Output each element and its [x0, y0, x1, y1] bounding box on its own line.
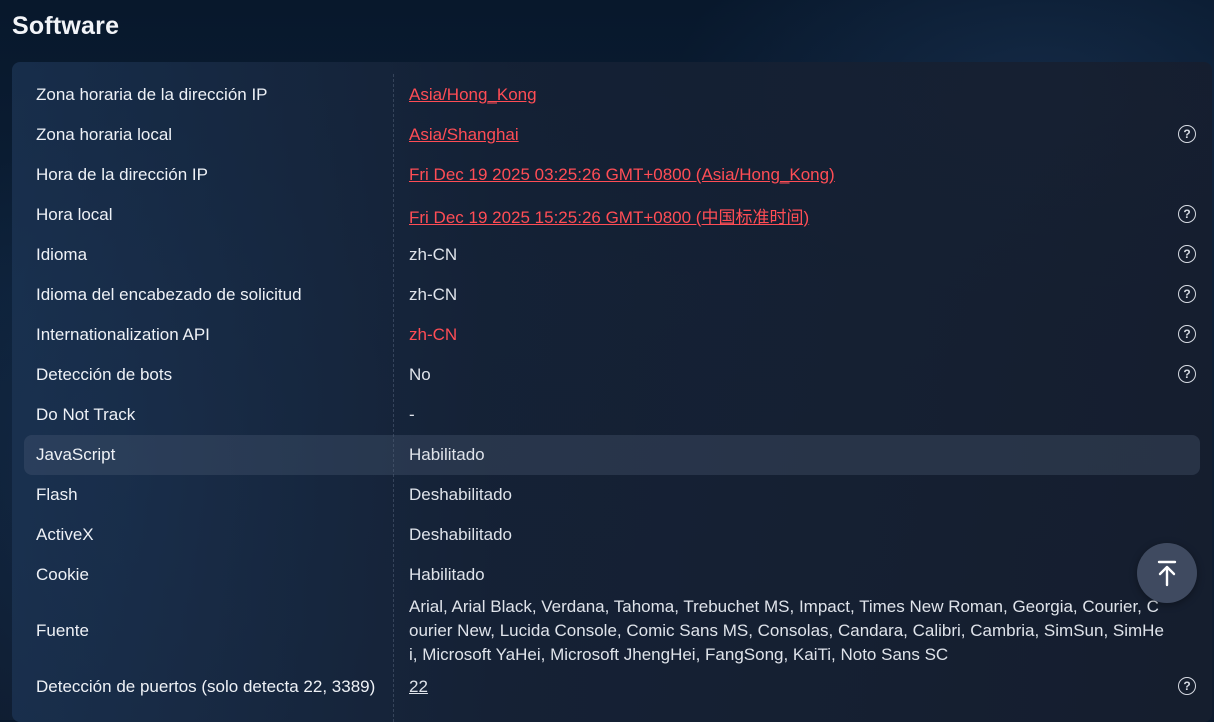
question-circle-icon[interactable]: ? — [1178, 365, 1196, 383]
row-request-header-language: Idioma del encabezado de solicitud zh-CN… — [24, 275, 1200, 315]
bot-detection-value: No — [409, 365, 431, 384]
question-circle-icon[interactable]: ? — [1178, 325, 1196, 343]
row-label: JavaScript — [36, 445, 116, 464]
do-not-track-value: - — [409, 405, 415, 424]
question-circle-icon[interactable]: ? — [1178, 285, 1196, 303]
local-timezone-link[interactable]: Asia/Shanghai — [409, 115, 519, 155]
software-info-panel: Zona horaria de la dirección IP Asia/Hon… — [12, 62, 1212, 722]
row-label: Zona horaria local — [36, 125, 173, 144]
ip-timezone-link[interactable]: Asia/Hong_Kong — [409, 75, 537, 115]
row-label: Hora local — [36, 205, 113, 224]
request-header-language-value: zh-CN — [409, 285, 458, 304]
intl-api-value: zh-CN — [409, 325, 458, 344]
row-do-not-track: Do Not Track - — [24, 395, 1200, 435]
language-value: zh-CN — [409, 245, 458, 264]
row-label: Do Not Track — [36, 405, 136, 424]
section-title: Software — [12, 12, 120, 40]
row-local-time: Hora local Fri Dec 19 2025 15:25:26 GMT+… — [24, 195, 1200, 235]
row-label: Idioma del encabezado de solicitud — [36, 285, 302, 304]
row-ip-time: Hora de la dirección IP Fri Dec 19 2025 … — [24, 155, 1200, 195]
row-label: Cookie — [36, 565, 89, 584]
row-label: Flash — [36, 485, 78, 504]
row-flash: Flash Deshabilitado — [24, 475, 1200, 515]
row-label: Hora de la dirección IP — [36, 165, 208, 184]
row-local-timezone: Zona horaria local Asia/Shanghai ? — [24, 115, 1200, 155]
javascript-value: Habilitado — [409, 445, 485, 464]
activex-value: Deshabilitado — [409, 525, 513, 544]
row-intl-api: Internationalization API zh-CN ? — [24, 315, 1200, 355]
question-circle-icon[interactable]: ? — [1178, 245, 1196, 263]
row-language: Idioma zh-CN ? — [24, 235, 1200, 275]
row-label: Internationalization API — [36, 325, 210, 344]
row-label: ActiveX — [36, 525, 94, 544]
question-circle-icon[interactable]: ? — [1178, 205, 1196, 223]
scroll-to-top-button[interactable] — [1137, 543, 1197, 603]
row-label: Detección de bots — [36, 365, 173, 384]
arrow-up-to-line-icon — [1157, 560, 1177, 587]
port-detection-link[interactable]: 22 — [409, 667, 428, 707]
fonts-value: Arial, Arial Black, Verdana, Tahoma, Tre… — [409, 597, 1164, 664]
row-label: Idioma — [36, 245, 88, 264]
row-label: Detección de puertos (solo detecta 22, 3… — [36, 677, 376, 696]
flash-value: Deshabilitado — [409, 485, 513, 504]
question-circle-icon[interactable]: ? — [1178, 677, 1196, 695]
row-ip-timezone: Zona horaria de la dirección IP Asia/Hon… — [24, 75, 1200, 115]
row-fonts: Fuente Arial, Arial Black, Verdana, Taho… — [24, 595, 1200, 667]
ip-time-link[interactable]: Fri Dec 19 2025 03:25:26 GMT+0800 (Asia/… — [409, 155, 835, 195]
row-cookie: Cookie Habilitado — [24, 555, 1200, 595]
cookie-value: Habilitado — [409, 565, 485, 584]
row-port-detection: Detección de puertos (solo detecta 22, 3… — [24, 667, 1200, 707]
row-bot-detection: Detección de bots No ? — [24, 355, 1200, 395]
local-time-link[interactable]: Fri Dec 19 2025 15:25:26 GMT+0800 (中国标准时… — [409, 195, 809, 235]
row-activex: ActiveX Deshabilitado — [24, 515, 1200, 555]
row-label: Zona horaria de la dirección IP — [36, 85, 268, 104]
row-javascript: JavaScript Habilitado — [24, 435, 1200, 475]
row-label: Fuente — [36, 621, 89, 640]
question-circle-icon[interactable]: ? — [1178, 125, 1196, 143]
